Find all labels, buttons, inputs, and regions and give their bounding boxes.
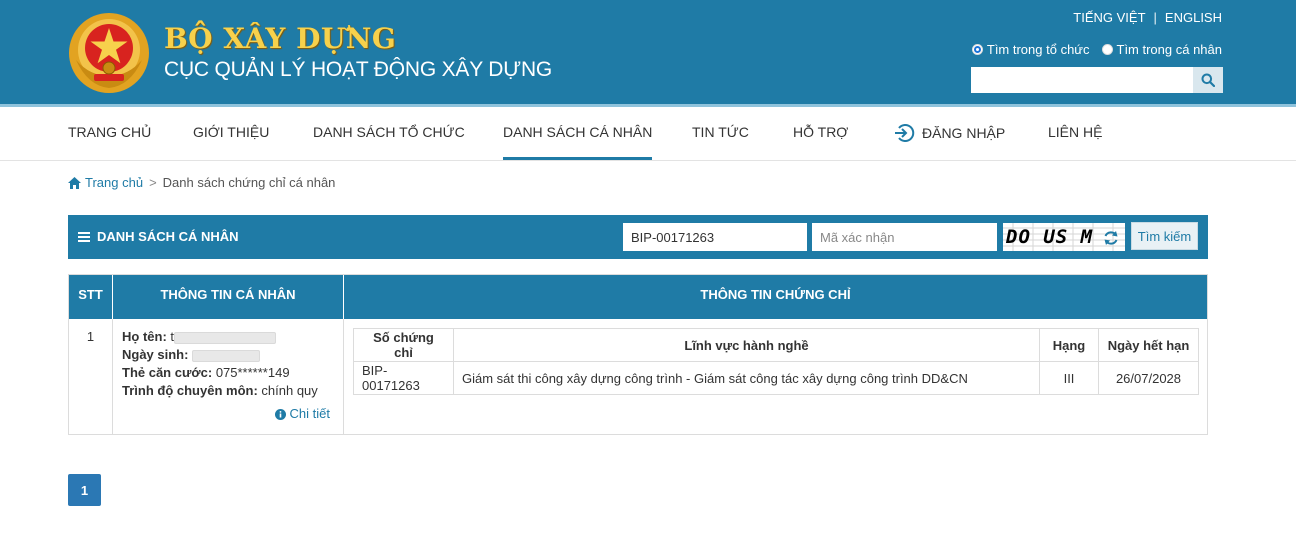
nav-about[interactable]: GIỚI THIỆU	[193, 124, 269, 140]
brand-title: BỘ XÂY DỰNG	[164, 22, 397, 55]
cert-number: BIP-00171263	[353, 361, 454, 395]
certificate-header-row: Số chứng chỉ Lĩnh vực hành nghề Hạng Ngà…	[353, 328, 1199, 362]
nav-news[interactable]: TIN TỨC	[692, 124, 749, 140]
nav-home[interactable]: TRANG CHỦ	[68, 124, 151, 140]
header-certificate-info: THÔNG TIN CHỨNG CHỈ	[700, 286, 851, 302]
radio-unchecked-icon[interactable]	[1101, 44, 1113, 55]
breadcrumb-current: Danh sách chứng chỉ cá nhân	[162, 175, 336, 190]
header-stt: STT	[69, 275, 113, 319]
captcha-text: DO US M	[1006, 226, 1094, 248]
scope-org-label: Tìm trong tổ chức	[986, 42, 1090, 57]
search-scope: Tìm trong tổ chức Tìm trong cá nhân	[971, 42, 1223, 57]
redacted-dob	[192, 349, 261, 362]
breadcrumb-home-link[interactable]: Trang chủ	[68, 175, 143, 190]
certificate-row: BIP-00171263 Giám sát thi công xây dựng …	[353, 361, 1199, 395]
scope-org-option[interactable]: Tìm trong tổ chức	[971, 42, 1090, 57]
breadcrumb: Trang chủ > Danh sách chứng chỉ cá nhân	[68, 175, 335, 190]
section-title-label: DANH SÁCH CÁ NHÂN	[97, 229, 239, 244]
certificate-info-cell: Số chứng chỉ Lĩnh vực hành nghề Hạng Ngà…	[344, 319, 1207, 434]
home-icon	[68, 176, 81, 189]
cert-expiry: 26/07/2028	[1098, 361, 1199, 395]
menu-icon	[78, 231, 90, 242]
national-emblem-icon	[69, 13, 149, 93]
cert-header-expiry: Ngày hết hạn	[1098, 328, 1199, 362]
personal-info-cell: Họ tên: t Ngày sinh: Thẻ căn cước: 075**…	[113, 319, 344, 434]
level-line: Trình độ chuyên môn: chính quy	[122, 382, 334, 400]
name-line: Họ tên: t	[122, 328, 334, 346]
certificate-table: Số chứng chỉ Lĩnh vực hành nghề Hạng Ngà…	[353, 328, 1199, 395]
nav-org-list[interactable]: DANH SÁCH TỔ CHỨC	[313, 124, 465, 140]
cert-field: Giám sát thi công xây dựng công trình - …	[453, 361, 1040, 395]
id-value: 075******149	[215, 365, 290, 380]
site-header: BỘ XÂY DỰNG CỤC QUẢN LÝ HOẠT ĐỘNG XÂY DỰ…	[0, 0, 1296, 107]
nav-login[interactable]: ĐĂNG NHẬP	[894, 122, 1005, 144]
table-header: STT THÔNG TIN CÁ NHÂN THÔNG TIN CHỨNG CH…	[69, 275, 1207, 319]
language-switcher: TIẾNG VIỆT | ENGLISH	[1073, 10, 1222, 25]
table-row: 1 Họ tên: t Ngày sinh: Thẻ căn cước: 075…	[69, 319, 1207, 434]
search-icon	[1201, 73, 1215, 87]
header-search	[971, 67, 1223, 93]
radio-checked-icon[interactable]	[971, 44, 983, 55]
nav-support[interactable]: HỖ TRỢ	[793, 124, 848, 140]
cert-grade: III	[1039, 361, 1099, 395]
cert-header-field: Lĩnh vực hành nghề	[453, 328, 1040, 362]
detail-link-label: Chi tiết	[289, 406, 330, 421]
id-label: Thẻ căn cước:	[122, 365, 213, 380]
nav-login-label: ĐĂNG NHẬP	[922, 125, 1006, 141]
lang-separator: |	[1153, 10, 1157, 25]
captcha-input[interactable]	[812, 223, 997, 251]
main-nav: TRANG CHỦ GIỚI THIỆU DANH SÁCH TỔ CHỨC D…	[0, 110, 1296, 161]
search-bar: DANH SÁCH CÁ NHÂN DO US M Tìm kiếm	[68, 215, 1208, 259]
search-submit-button[interactable]: Tìm kiếm	[1131, 222, 1198, 250]
section-title: DANH SÁCH CÁ NHÂN	[78, 229, 239, 244]
header-search-button[interactable]	[1193, 67, 1223, 93]
breadcrumb-separator: >	[149, 175, 157, 190]
dob-label: Ngày sinh:	[122, 347, 189, 362]
pagination-page-1[interactable]: 1	[68, 474, 101, 506]
scope-person-option[interactable]: Tìm trong cá nhân	[1101, 42, 1223, 57]
breadcrumb-home-label: Trang chủ	[85, 175, 144, 190]
name-label: Họ tên:	[122, 329, 167, 344]
certificate-number-input[interactable]	[623, 223, 807, 251]
scope-person-label: Tìm trong cá nhân	[1116, 42, 1223, 57]
lang-vietnamese-link[interactable]: TIẾNG VIỆT	[1073, 10, 1145, 25]
nav-person-list[interactable]: DANH SÁCH CÁ NHÂN	[503, 124, 653, 160]
dob-line: Ngày sinh:	[122, 346, 334, 364]
level-label: Trình độ chuyên môn:	[122, 383, 258, 398]
lang-english-link[interactable]: ENGLISH	[1165, 10, 1222, 25]
header-search-input[interactable]	[971, 67, 1193, 93]
header-personal-info: THÔNG TIN CÁ NHÂN	[113, 275, 344, 319]
cert-header-grade: Hạng	[1039, 328, 1099, 362]
info-icon	[274, 408, 286, 420]
login-icon	[895, 124, 915, 142]
cert-header-number: Số chứng chỉ	[353, 328, 454, 362]
redacted-name	[174, 331, 277, 344]
id-line: Thẻ căn cước: 075******149	[122, 364, 334, 382]
refresh-captcha-icon[interactable]	[1103, 229, 1119, 247]
results-table: STT THÔNG TIN CÁ NHÂN THÔNG TIN CHỨNG CH…	[68, 274, 1208, 435]
row-stt: 1	[69, 319, 113, 434]
nav-contact[interactable]: LIÊN HỆ	[1048, 124, 1102, 140]
level-value: chính quy	[261, 383, 318, 398]
brand-subtitle: CỤC QUẢN LÝ HOẠT ĐỘNG XÂY DỰNG	[164, 58, 553, 81]
detail-link[interactable]: Chi tiết	[274, 405, 330, 423]
